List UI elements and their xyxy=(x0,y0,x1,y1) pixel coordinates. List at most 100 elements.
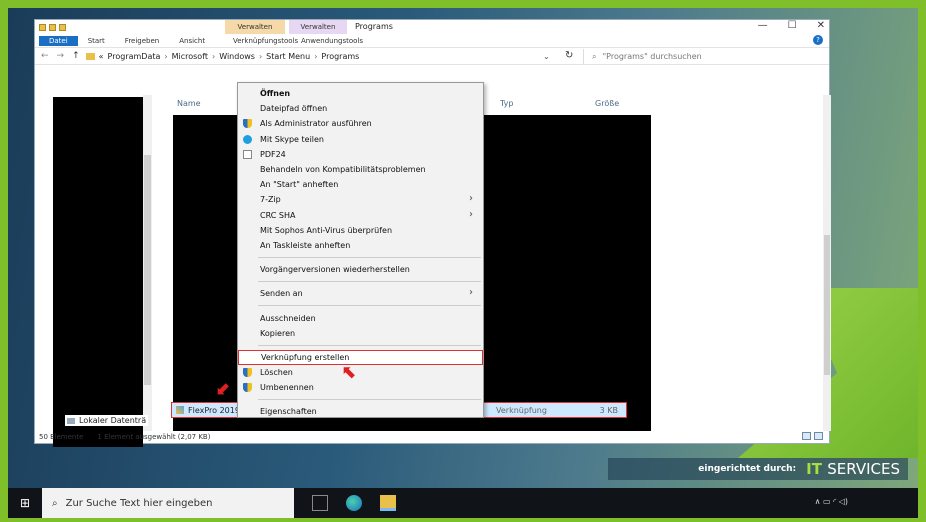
breadcrumb-separator: › xyxy=(314,51,318,61)
menu-label: Kopieren xyxy=(260,328,296,338)
minimize-button[interactable]: — xyxy=(758,20,768,31)
navigation-pane[interactable] xyxy=(53,97,143,447)
tab-start[interactable]: Start xyxy=(78,36,115,46)
column-header-size[interactable]: Größe xyxy=(595,99,619,108)
menu-item-vorgaengerversionen[interactable]: Vorgängerversionen wiederherstellen xyxy=(238,262,483,277)
taskbar-apps xyxy=(312,495,396,511)
menu-separator xyxy=(258,399,481,401)
menu-label: PDF24 xyxy=(260,149,286,159)
details-view-icon[interactable] xyxy=(802,432,811,440)
breadcrumb-overflow[interactable]: « xyxy=(99,52,104,61)
menu-item-senden-an[interactable]: Senden an › xyxy=(238,286,483,301)
scrollbar-thumb[interactable] xyxy=(144,155,151,385)
refresh-button[interactable]: ↻ xyxy=(565,50,573,61)
menu-label: An Taskleiste anheften xyxy=(260,240,351,250)
navigation-scrollbar[interactable] xyxy=(143,95,152,431)
windows-start-icon[interactable]: ⊞ xyxy=(8,488,42,518)
annotation-arrow-icon: ⬉ xyxy=(342,362,358,383)
shield-icon xyxy=(243,368,252,377)
tab-datei[interactable]: Datei xyxy=(39,35,78,46)
context-tab-verwalten-shortcut[interactable]: Verwalten xyxy=(225,20,285,34)
forward-button[interactable]: → xyxy=(57,51,65,61)
task-view-icon[interactable] xyxy=(312,495,328,511)
menu-item-an-start-anheften[interactable]: An "Start" anheften xyxy=(238,177,483,192)
menu-label: Senden an xyxy=(260,289,303,299)
menu-label: Löschen xyxy=(260,368,293,378)
context-tab-verwalten-app[interactable]: Verwalten xyxy=(289,20,347,34)
menu-label: Verknüpfung erstellen xyxy=(261,352,350,362)
brand-services: SERVICES xyxy=(827,460,900,478)
shortcut-icon xyxy=(176,406,184,414)
search-input[interactable]: ⌕ "Programs" durchsuchen xyxy=(583,49,823,64)
quick-access-toolbar xyxy=(35,23,66,31)
nav-item-local-drive[interactable]: Lokaler Datenträ xyxy=(65,415,149,426)
item-count: 50 Elemente xyxy=(39,433,84,441)
taskbar-search-input[interactable]: ⌕ Zur Suche Text hier eingeben xyxy=(42,488,294,518)
menu-label: Ausschneiden xyxy=(260,313,316,323)
up-button[interactable]: ↑ xyxy=(72,51,80,61)
tab-ansicht[interactable]: Ansicht xyxy=(169,36,215,46)
menu-label: Öffnen xyxy=(260,89,291,99)
scrollbar-thumb[interactable] xyxy=(824,235,830,375)
chevron-right-icon: › xyxy=(469,287,473,299)
menu-item-ausschneiden[interactable]: Ausschneiden xyxy=(238,310,483,325)
menu-item-dateipfad-oeffnen[interactable]: Dateipfad öffnen xyxy=(238,101,483,116)
close-button[interactable]: ✕ xyxy=(817,20,825,31)
breadcrumb-programdata[interactable]: ProgramData xyxy=(108,52,161,61)
view-buttons xyxy=(802,432,823,440)
menu-item-eigenschaften[interactable]: Eigenschaften xyxy=(238,404,483,419)
column-header-type[interactable]: Typ xyxy=(500,99,513,108)
menu-item-sophos[interactable]: Mit Sophos Anti-Virus überprüfen xyxy=(238,223,483,238)
menu-item-kopieren[interactable]: Kopieren xyxy=(238,326,483,341)
breadcrumb-windows[interactable]: Windows xyxy=(219,52,255,61)
back-button[interactable]: ← xyxy=(41,51,49,61)
breadcrumb-microsoft[interactable]: Microsoft xyxy=(172,52,208,61)
file-size: 3 KB xyxy=(599,405,618,415)
menu-separator xyxy=(258,281,481,283)
menu-item-kompatibilitaet[interactable]: Behandeln von Kompatibilitätsproblemen xyxy=(238,162,483,177)
menu-item-verknuepfung-erstellen[interactable]: Verknüpfung erstellen xyxy=(238,349,483,365)
file-explorer-icon[interactable] xyxy=(380,495,396,511)
menu-item-7zip[interactable]: 7-Zip › xyxy=(238,192,483,207)
folder-icon xyxy=(85,52,95,60)
breadcrumb-start-menu[interactable]: Start Menu xyxy=(266,52,310,61)
menu-separator xyxy=(258,257,481,259)
ribbon-tabs: Datei Start Freigeben Ansicht Verknüpfun… xyxy=(35,34,829,47)
tiles-view-icon[interactable] xyxy=(814,432,823,440)
chevron-right-icon: › xyxy=(469,193,473,205)
column-header-name[interactable]: Name xyxy=(177,99,201,108)
system-tray[interactable]: ∧ ▭ ◜ ◁) xyxy=(815,497,848,506)
branding-label: eingerichtet durch: xyxy=(698,464,797,474)
new-folder-icon[interactable] xyxy=(59,23,66,31)
menu-item-oeffnen[interactable]: Öffnen xyxy=(238,86,483,101)
breadcrumb-separator: › xyxy=(164,51,168,61)
menu-item-pdf24[interactable]: PDF24 xyxy=(238,147,483,162)
tab-freigeben[interactable]: Freigeben xyxy=(115,36,169,46)
help-icon[interactable]: ? xyxy=(813,35,823,45)
menu-item-crc-sha[interactable]: CRC SHA › xyxy=(238,208,483,223)
chevron-right-icon: › xyxy=(469,208,473,220)
maximize-button[interactable]: ☐ xyxy=(788,20,797,31)
vertical-scrollbar[interactable] xyxy=(823,95,831,431)
breadcrumb-separator: › xyxy=(212,51,216,61)
menu-item-taskleiste-anheften[interactable]: An Taskleiste anheften xyxy=(238,238,483,253)
folder-icon[interactable] xyxy=(39,23,46,31)
edge-icon[interactable] xyxy=(346,495,362,511)
menu-item-umbenennen[interactable]: Umbenennen xyxy=(238,380,483,395)
menu-label: Umbenennen xyxy=(260,383,314,393)
file-type: Verknüpfung xyxy=(496,405,547,415)
title-bar: Verwalten Verwalten Programs — ☐ ✕ xyxy=(35,20,829,34)
menu-separator xyxy=(258,305,481,307)
address-bar[interactable]: « ProgramData › Microsoft › Windows › St… xyxy=(85,51,359,61)
menu-label: Mit Sophos Anti-Virus überprüfen xyxy=(260,225,393,235)
menu-item-skype-teilen[interactable]: Mit Skype teilen xyxy=(238,132,483,147)
menu-label: Mit Skype teilen xyxy=(260,134,325,144)
tab-anwendungstools[interactable]: Anwendungstools xyxy=(291,36,373,46)
address-dropdown-button[interactable]: ⌄ xyxy=(543,52,550,61)
context-menu: Öffnen Dateipfad öffnen Als Administrato… xyxy=(237,82,484,418)
properties-icon[interactable] xyxy=(49,23,56,31)
menu-item-als-administrator[interactable]: Als Administrator ausführen xyxy=(238,116,483,131)
annotation-arrow-icon: ⬋ xyxy=(216,378,232,399)
menu-item-loeschen[interactable]: Löschen xyxy=(238,365,483,380)
breadcrumb-programs[interactable]: Programs xyxy=(321,52,359,61)
